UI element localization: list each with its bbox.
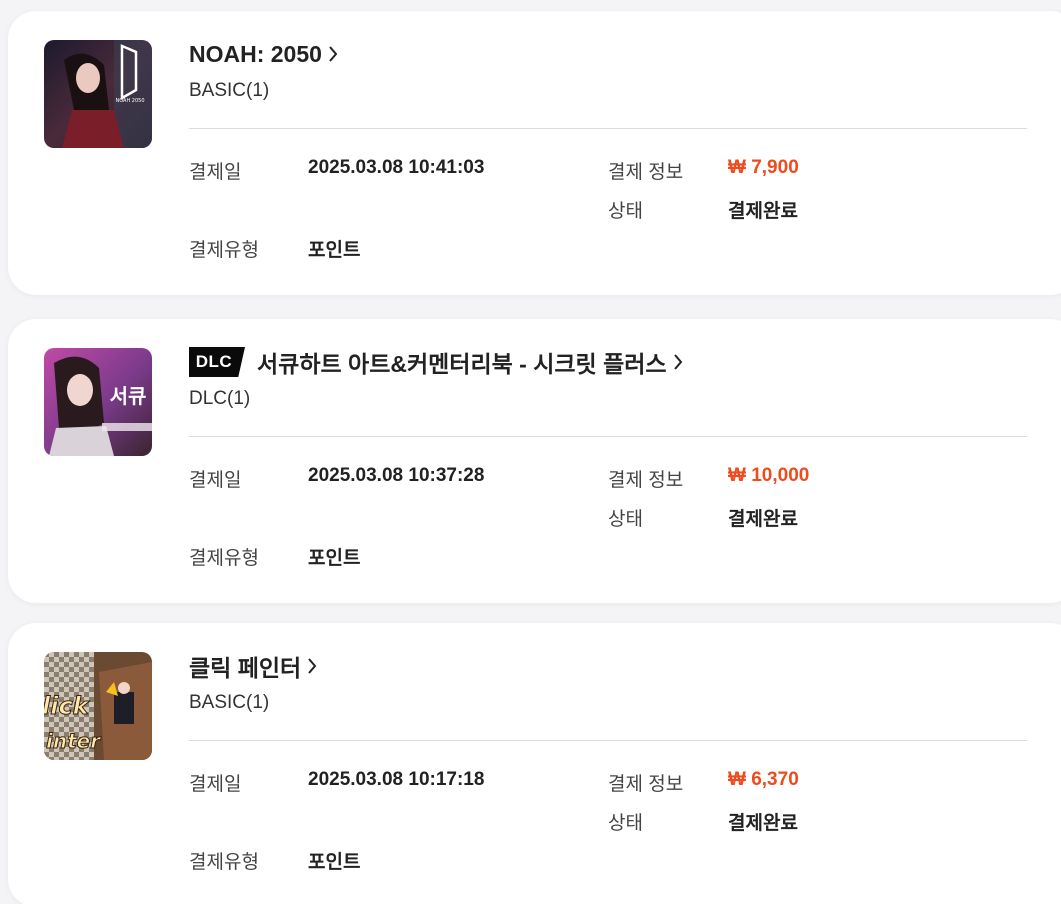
status-value: 결제완료 [728, 509, 798, 530]
succubus-heart-cover-image: 서큐 [44, 348, 152, 456]
game-thumbnail[interactable]: NOAH 2050 [44, 40, 152, 148]
click-logo-text-line1: lick [44, 692, 91, 720]
status-label: 상태 [608, 509, 643, 530]
game-title-link[interactable]: 클릭 페인터 [189, 650, 317, 682]
game-title: NOAH: 2050 [189, 40, 322, 67]
click-painter-cover-image: lick inter [44, 652, 152, 760]
order-list: NOAH 2050 NOAH: 2050 BASIC(1) 결제일 2025.0… [0, 0, 1061, 904]
payment-date-value: 2025.03.08 10:37:28 [308, 465, 485, 486]
order-card: lick inter 클릭 페인터 BASIC(1) 결제일 2025.03.0… [8, 623, 1061, 904]
payment-date-label: 결제일 [189, 470, 242, 491]
dlc-badge: DLC [189, 347, 245, 377]
game-title-link[interactable]: NOAH: 2050 [189, 38, 338, 70]
divider [189, 128, 1027, 129]
divider [189, 740, 1027, 741]
price-value: ₩ 10,000 [728, 465, 810, 486]
payment-type-value: 포인트 [308, 548, 361, 569]
payment-info-label: 결제 정보 [608, 470, 684, 491]
product-type: BASIC(1) [189, 692, 270, 713]
status-value: 결제완료 [728, 813, 798, 834]
chevron-right-icon [307, 657, 317, 675]
game-title: 서큐하트 아트&커멘터리북 - 시크릿 플러스 [257, 351, 667, 377]
payment-info-label: 결제 정보 [608, 162, 684, 183]
noah-cover-image: NOAH 2050 [44, 40, 152, 148]
game-thumbnail[interactable]: lick inter [44, 652, 152, 760]
payment-date-value: 2025.03.08 10:41:03 [308, 157, 485, 178]
chevron-right-icon [328, 45, 338, 63]
noah-logo-text: NOAH 2050 [115, 98, 144, 104]
game-title: 클릭 페인터 [189, 655, 302, 681]
payment-type-value: 포인트 [308, 240, 361, 261]
payment-date-value: 2025.03.08 10:17:18 [308, 769, 485, 790]
price-value: ₩ 7,900 [728, 157, 799, 178]
game-thumbnail[interactable]: 서큐 [44, 348, 152, 456]
status-label: 상태 [608, 813, 643, 834]
payment-type-value: 포인트 [308, 852, 361, 873]
payment-date-label: 결제일 [189, 162, 242, 183]
product-type: DLC(1) [189, 388, 251, 409]
price-value: ₩ 6,370 [728, 769, 799, 790]
payment-type-label: 결제유형 [189, 852, 259, 873]
succubus-logo-text: 서큐 [110, 384, 147, 408]
product-type: BASIC(1) [189, 80, 270, 101]
chevron-right-icon [673, 353, 683, 371]
order-card: 서큐 DLC 서큐하트 아트&커멘터리북 - 시크릿 플러스 DLC(1) 결제… [8, 319, 1061, 603]
game-title-link[interactable]: DLC 서큐하트 아트&커멘터리북 - 시크릿 플러스 [189, 346, 683, 378]
payment-date-label: 결제일 [189, 774, 242, 795]
divider [189, 436, 1027, 437]
payment-type-label: 결제유형 [189, 548, 259, 569]
status-value: 결제완료 [728, 201, 798, 222]
order-card: NOAH 2050 NOAH: 2050 BASIC(1) 결제일 2025.0… [8, 11, 1061, 295]
payment-type-label: 결제유형 [189, 240, 259, 261]
payment-info-label: 결제 정보 [608, 774, 684, 795]
click-logo-text-line2: inter [46, 729, 101, 753]
status-label: 상태 [608, 201, 643, 222]
